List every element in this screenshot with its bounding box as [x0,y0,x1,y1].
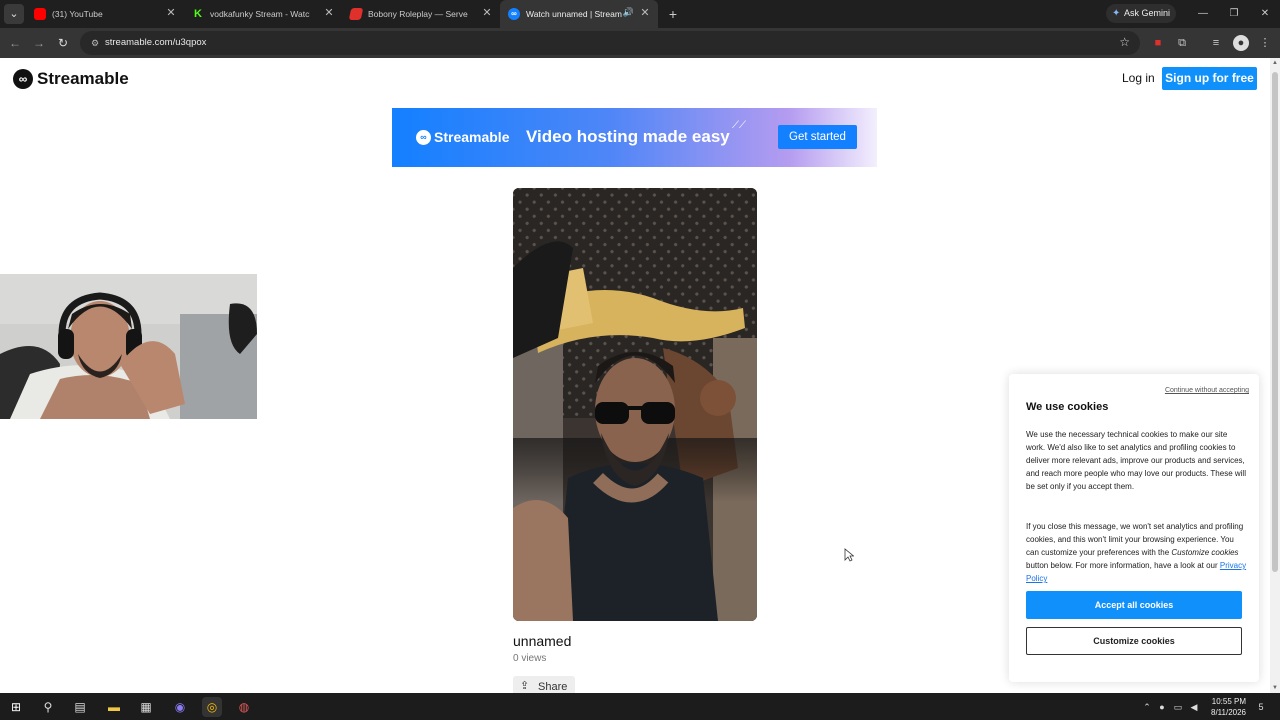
notification-count: 5 [1258,702,1264,712]
cookie-paragraph-1: We use the necessary technical cookies t… [1026,430,1246,491]
banner-logo-icon: ∞ [416,130,431,145]
ask-gemini-label: Ask Gemini [1124,8,1171,18]
new-tab-button[interactable]: + [664,5,682,23]
reload-icon[interactable]: ↻ [54,34,72,52]
tab-title: Watch unnamed | Streamable [526,9,622,19]
login-link[interactable]: Log in [1122,71,1155,85]
tab-streamable[interactable]: ∞ Watch unnamed | Streamable 🔊 ✕ [500,0,658,28]
restore-icon[interactable]: ❐ [1226,6,1242,22]
chrome-icon[interactable]: ◎ [202,697,222,717]
kick-favicon-icon: K [192,8,204,20]
cookie-consent-dialog: Continue without accepting We use cookie… [1009,374,1259,682]
share-button[interactable]: ⇪ Share [513,676,575,693]
banner-brand: Streamable [434,129,510,145]
taskbar-clock[interactable]: 10:55 PM 8/11/2026 [1196,696,1246,718]
audio-playing-icon[interactable]: 🔊 [623,7,634,18]
tab-youtube[interactable]: (31) YouTube ✕ [26,0,184,28]
logo-text: Streamable [37,69,129,88]
profile-avatar-icon[interactable]: ● [1233,35,1249,51]
forward-icon[interactable]: → [30,34,48,52]
url-text: streamable.com/u3qpox [105,37,207,48]
site-info-icon[interactable]: ⚙ [88,36,102,50]
tab-search-menu-icon[interactable]: ⌄ [4,4,24,24]
microphone-icon[interactable]: ● [1155,700,1169,714]
promo-banner[interactable]: ∞ Streamable Video hosting made easy ⟋⟋ … [392,108,877,167]
cookie-heading: We use cookies [1026,401,1109,413]
media-controls-icon[interactable]: ≡ [1208,35,1224,51]
share-label: Share [538,681,568,693]
tab-title: (31) YouTube [52,9,103,19]
streamable-page: ∞ Streamable Log in Sign up for free ∞ S… [0,58,1270,693]
webcam-illustration [0,274,257,419]
browser-toolbar: ← → ↻ ⚙ streamable.com/u3qpox ☆ ■ ⧉ ≡ ● … [0,28,1280,58]
tab-strip: ⌄ (31) YouTube ✕ K vodkafunky Stream - W… [0,0,1280,28]
continue-without-accepting-link[interactable]: Continue without accepting [1165,387,1249,394]
streamable-favicon-icon: ∞ [508,8,520,20]
youtube-favicon-icon [34,8,46,20]
tab-close-icon[interactable]: ✕ [322,6,336,20]
discord-icon[interactable]: ◉ [170,697,190,717]
microsoft-store-icon[interactable]: ▦ [136,697,156,717]
tab-close-icon[interactable]: ✕ [480,6,494,20]
back-icon[interactable]: ← [6,34,24,52]
tab-kick-stream[interactable]: K vodkafunky Stream - Watch Live ✕ [184,0,342,28]
scroll-down-icon[interactable]: ▼ [1272,685,1278,691]
page-scrollbar[interactable]: ▲ ▼ [1270,58,1280,693]
windows-start-icon[interactable]: ⊞ [6,697,26,717]
sparkle-icon: ⟋⟋ [732,120,746,131]
scroll-up-icon[interactable]: ▲ [1272,60,1278,66]
extensions-puzzle-icon[interactable]: ⧉ [1174,35,1190,51]
mouse-cursor-icon [844,548,854,562]
clock-date: 8/11/2026 [1211,708,1246,717]
chrome-menu-icon[interactable]: ⋮ [1257,35,1273,51]
signup-button[interactable]: Sign up for free [1162,67,1257,90]
address-bar[interactable]: ⚙ streamable.com/u3qpox ☆ [80,31,1140,55]
task-view-icon[interactable]: ▤ [70,697,90,717]
bobony-favicon-icon [348,8,364,20]
window-close-icon[interactable]: ✕ [1257,6,1273,22]
tab-bobony-roleplay[interactable]: Bobony Roleplay — Serveur GTA ✕ [342,0,500,28]
minimize-icon[interactable]: — [1195,6,1211,22]
customize-cookies-button[interactable]: Customize cookies [1026,627,1242,655]
tray-chevron-icon[interactable]: ⌃ [1140,700,1154,714]
bookmark-star-icon[interactable]: ☆ [1119,35,1130,49]
tab-title: vodkafunky Stream - Watch Live [210,9,310,19]
video-title: unnamed [513,633,572,649]
ask-gemini-button[interactable]: ✦ Ask Gemini [1106,4,1176,23]
notifications-icon[interactable]: 5 [1252,700,1270,714]
view-count: 0 views [513,653,547,664]
search-icon[interactable]: ⚲ [38,697,58,717]
cookie-text-em: Customize cookies [1171,548,1239,557]
tab-close-icon[interactable]: ✕ [164,6,178,20]
share-icon: ⇪ [520,680,530,692]
webcam-overlay [0,274,257,419]
gemini-sparkle-icon: ✦ [1112,8,1121,19]
cookie-text-b: button below. For more information, have… [1026,561,1220,570]
network-icon[interactable]: ▭ [1171,700,1185,714]
pinned-app-icon[interactable]: ◍ [234,697,254,717]
tab-close-icon[interactable]: ✕ [638,6,652,20]
windows-taskbar: ⊞ ⚲ ▤ ▬ ▦ ◉ ◎ ◍ ⌃ ● ▭ ◀ 10:55 PM 8/11/20… [0,693,1280,720]
video-frame-illustration [513,188,757,621]
clock-time: 10:55 PM [1211,697,1246,706]
video-player[interactable] [513,188,757,621]
file-explorer-icon[interactable]: ▬ [104,697,124,717]
extension-badge-icon[interactable]: ■ [1150,35,1166,51]
accept-all-cookies-button[interactable]: Accept all cookies [1026,591,1242,619]
cookie-paragraph-2: If you close this message, we won't set … [1026,520,1248,585]
streamable-logo-icon: ∞ [13,69,33,89]
get-started-button[interactable]: Get started [778,125,857,149]
banner-tagline: Video hosting made easy [526,127,730,146]
scrollbar-thumb[interactable] [1272,72,1278,572]
tab-title: Bobony Roleplay — Serveur GTA [368,9,468,19]
